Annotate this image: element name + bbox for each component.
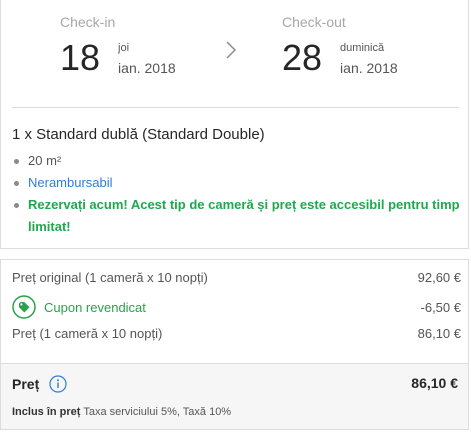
feature-limited-offer: Rezervați acum! Acest tip de cameră și p… bbox=[12, 194, 462, 238]
included-taxes-text: Taxa serviciului 5%, Taxă 10% bbox=[83, 406, 232, 418]
room-title: 1 x Standard dublă (Standard Double) bbox=[12, 126, 265, 143]
coupon-row: Cupon revendicat -6,50 € bbox=[12, 295, 461, 319]
checkin-date: Check-in 18 joi ian. 2018 bbox=[60, 14, 176, 80]
coupon-label: Cupon revendicat bbox=[44, 299, 146, 315]
net-price-value: 86,10 € bbox=[417, 326, 461, 341]
checkout-date: Check-out 28 duminică ian. 2018 bbox=[282, 14, 398, 80]
checkin-month-year: ian. 2018 bbox=[118, 59, 176, 76]
original-price-label: Preț original (1 cameră x 10 nopți) bbox=[12, 270, 208, 285]
feature-room-size: 20 m² bbox=[12, 150, 462, 172]
checkin-label: Check-in bbox=[60, 14, 116, 30]
tag-icon bbox=[12, 295, 36, 319]
room-features-list: 20 m² Nerambursabil Rezervați acum! Aces… bbox=[12, 150, 462, 238]
total-price-box: Preț 86,10 € Inclus în preț Taxa servici… bbox=[1, 363, 468, 429]
checkin-day: 18 bbox=[60, 37, 101, 78]
coupon-value: -6,50 € bbox=[420, 299, 461, 315]
checkout-month-year: ian. 2018 bbox=[340, 59, 398, 76]
checkout-weekday: duminică bbox=[340, 41, 385, 54]
total-price-label: Preț bbox=[12, 376, 40, 392]
included-taxes: Inclus în preț Taxa serviciului 5%, Taxă… bbox=[12, 406, 231, 418]
info-icon[interactable] bbox=[49, 375, 67, 393]
original-price-value: 92,60 € bbox=[417, 270, 461, 285]
checkout-day: 28 bbox=[282, 37, 323, 78]
original-price-row: Preț original (1 cameră x 10 nopți) 92,6… bbox=[12, 270, 461, 285]
feature-non-refundable-link[interactable]: Nerambursabil bbox=[12, 172, 462, 194]
divider bbox=[12, 107, 459, 108]
included-label: Inclus în preț bbox=[12, 406, 81, 418]
net-price-label: Preț (1 cameră x 10 nopți) bbox=[12, 326, 163, 341]
checkin-weekday: joi bbox=[118, 41, 130, 54]
total-price-value: 86,10 € bbox=[411, 375, 458, 391]
chevron-right-icon bbox=[226, 41, 237, 59]
net-price-row: Preț (1 cameră x 10 nopți) 86,10 € bbox=[12, 326, 461, 341]
checkout-label: Check-out bbox=[282, 14, 346, 30]
